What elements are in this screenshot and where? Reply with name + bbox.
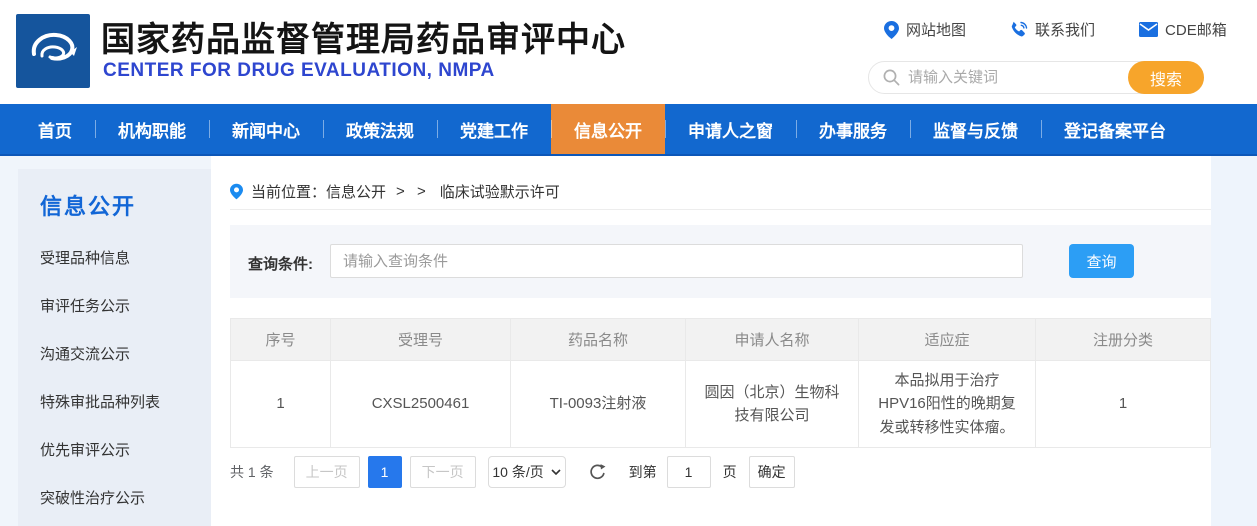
breadcrumb-separator: > >: [396, 182, 430, 200]
col-header-indication: 适应症: [858, 318, 1036, 361]
query-label: 查询条件:: [248, 256, 313, 273]
search-input[interactable]: [900, 69, 1128, 86]
sidebar-item-special-approval[interactable]: 特殊审批品种列表: [18, 379, 211, 427]
nav-item-registration-platform[interactable]: 登记备案平台: [1041, 104, 1189, 154]
sidebar-item-review-tasks[interactable]: 审评任务公示: [18, 283, 211, 331]
nav-item-home[interactable]: 首页: [15, 104, 95, 154]
sidebar: 信息公开 受理品种信息 审评任务公示 沟通交流公示 特殊审批品种列表 优先审评公…: [18, 169, 211, 526]
nav-item-info-disclosure[interactable]: 信息公开: [551, 104, 665, 154]
pagination-total: 共 1 条: [230, 464, 274, 480]
header: 国家药品监督管理局药品审评中心 CENTER FOR DRUG EVALUATI…: [0, 0, 1257, 104]
background-strip-top: [0, 156, 211, 169]
main-nav: 首页 机构职能 新闻中心 政策法规 党建工作 信息公开 申请人之窗 办事服务 监…: [0, 104, 1257, 156]
cell-drug-name: TI-0093注射液: [510, 360, 686, 448]
search-icon: [883, 69, 900, 86]
sidebar-item-communication[interactable]: 沟通交流公示: [18, 331, 211, 379]
sitemap-label: 网站地图: [906, 22, 967, 39]
table-row: 1 CXSL2500461 TI-0093注射液 圆因（北京）生物科技有限公司 …: [230, 360, 1211, 448]
background-strip-right: [1211, 156, 1257, 526]
chevron-down-icon: [551, 469, 561, 475]
breadcrumb: 当前位置： 信息公开 > > 临床试验默示许可: [230, 173, 1211, 210]
location-pin-icon: [230, 183, 243, 199]
nav-item-applicant-window[interactable]: 申请人之窗: [665, 104, 796, 154]
query-input[interactable]: [330, 244, 1023, 278]
sidebar-title: 信息公开: [40, 194, 137, 219]
mailbox-link[interactable]: CDE邮箱: [1139, 19, 1227, 40]
col-header-drug-name: 药品名称: [510, 318, 686, 361]
mailbox-label: CDE邮箱: [1165, 22, 1227, 39]
col-header-applicant: 申请人名称: [685, 318, 859, 361]
sidebar-item-breakthrough-therapy[interactable]: 突破性治疗公示: [18, 475, 211, 523]
site-subtitle: CENTER FOR DRUG EVALUATION, NMPA: [103, 60, 495, 81]
contact-link[interactable]: 联系我们: [1010, 19, 1095, 40]
cell-acceptance-no: CXSL2500461: [330, 360, 511, 448]
cell-reg-category: 1: [1035, 360, 1211, 448]
pagination: 共 1 条 上一页 1 下一页 10 条/页 到第 页 确定: [230, 455, 795, 489]
nav-item-party[interactable]: 党建工作: [437, 104, 551, 154]
page: 国家药品监督管理局药品审评中心 CENTER FOR DRUG EVALUATI…: [0, 0, 1257, 526]
table-header-row: 序号 受理号 药品名称 申请人名称 适应症 注册分类: [230, 318, 1211, 361]
next-page-button[interactable]: 下一页: [409, 456, 476, 488]
sidebar-item-accepted-varieties[interactable]: 受理品种信息: [18, 235, 211, 283]
query-panel: 查询条件: 查询: [230, 225, 1211, 298]
nav-item-policies[interactable]: 政策法规: [323, 104, 437, 154]
top-links: 网站地图 联系我们 CDE邮箱: [884, 19, 1227, 40]
cell-indication: 本品拟用于治疗HPV16阳性的晚期复发或转移性实体瘤。: [858, 360, 1036, 448]
col-header-acceptance-no: 受理号: [330, 318, 511, 361]
sitemap-link[interactable]: 网站地图: [884, 19, 966, 40]
map-pin-icon: [884, 20, 899, 39]
cde-logo: [16, 14, 90, 88]
col-header-reg-category: 注册分类: [1035, 318, 1211, 361]
cell-seq: 1: [230, 360, 331, 448]
results-table: 序号 受理号 药品名称 申请人名称 适应症 注册分类 1 CXSL2500461…: [230, 318, 1211, 448]
sidebar-list: 受理品种信息 审评任务公示 沟通交流公示 特殊审批品种列表 优先审评公示 突破性…: [18, 235, 211, 523]
nav-item-supervision[interactable]: 监督与反馈: [910, 104, 1041, 154]
nav-item-functions[interactable]: 机构职能: [95, 104, 209, 154]
site-title: 国家药品监督管理局药品审评中心: [101, 21, 626, 59]
confirm-button[interactable]: 确定: [748, 456, 795, 488]
breadcrumb-label: 当前位置：: [251, 183, 327, 201]
cell-applicant: 圆因（北京）生物科技有限公司: [685, 360, 859, 448]
goto-page-input[interactable]: [666, 456, 711, 488]
cde-logo-icon: [31, 32, 77, 61]
breadcrumb-current: 临床试验默示许可: [439, 183, 560, 201]
prev-page-button[interactable]: 上一页: [293, 456, 360, 488]
mail-icon: [1139, 22, 1159, 37]
sidebar-item-priority-review[interactable]: 优先审评公示: [18, 427, 211, 475]
nav-item-services[interactable]: 办事服务: [796, 104, 910, 154]
nav-item-news[interactable]: 新闻中心: [209, 104, 323, 154]
page-1-button[interactable]: 1: [367, 456, 402, 488]
phone-icon: [1011, 21, 1028, 36]
background-strip-left: [0, 156, 18, 526]
search-button[interactable]: 搜索: [1128, 61, 1204, 94]
col-header-seq: 序号: [230, 318, 331, 361]
search-bar: 搜索: [868, 61, 1204, 94]
query-button[interactable]: 查询: [1069, 244, 1134, 278]
page-unit-label: 页: [722, 464, 737, 480]
contact-label: 联系我们: [1035, 22, 1096, 39]
page-size-select[interactable]: 10 条/页: [487, 456, 566, 488]
page-size-value: 10 条/页: [492, 464, 544, 480]
breadcrumb-section[interactable]: 信息公开: [326, 181, 386, 202]
goto-page-label: 到第: [628, 464, 657, 480]
refresh-icon[interactable]: [588, 463, 607, 482]
